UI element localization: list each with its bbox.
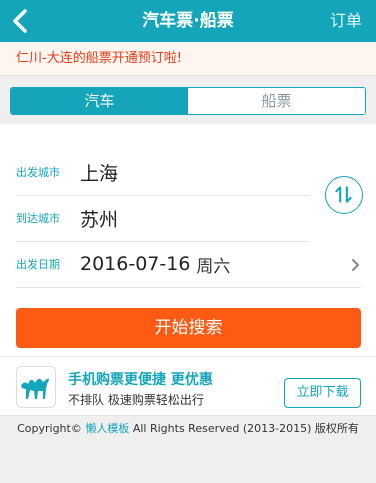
to-city-value[interactable]: 苏州 — [80, 205, 118, 232]
search-button[interactable]: 开始搜索 — [16, 308, 361, 348]
date-label: 出发日期 — [16, 258, 60, 271]
page-title: 汽车票·船票 — [142, 11, 234, 31]
chevron-right-icon[interactable] — [350, 257, 362, 273]
date-value[interactable]: 2016-07-16 — [80, 253, 190, 275]
promo-subtitle: 不排队 极速购票轻松出行 — [68, 393, 204, 407]
app-download-banner: 手机购票更便捷 更优惠 不排队 极速购票轻松出行 立即下载 — [0, 356, 376, 416]
notice-banner[interactable]: 仁川-大连的船票开通预订啦! — [0, 42, 376, 76]
tab-ship[interactable]: 船票 — [188, 88, 365, 114]
weekday-value: 周六 — [196, 256, 231, 277]
to-city-label: 到达城市 — [16, 212, 60, 225]
from-city-label: 出发城市 — [16, 166, 60, 179]
from-city-value[interactable]: 上海 — [80, 159, 118, 186]
tab-bar: 汽车 船票 — [10, 87, 366, 115]
copyright-prefix: Copyright© — [17, 422, 82, 435]
download-button[interactable]: 立即下载 — [284, 378, 361, 408]
copyright-suffix: All Rights Reserved (2013-2015) 版权所有 — [132, 422, 359, 435]
to-city-field[interactable]: 到达城市 苏州 — [16, 196, 118, 240]
promo-title: 手机购票更便捷 更优惠 — [68, 372, 213, 388]
search-form: 出发城市 上海 到达城市 苏州 出发日期 2016-07-16 周六 开始搜索 — [0, 124, 376, 356]
brand-link[interactable]: 懒人模板 — [85, 422, 129, 435]
copyright-footer: Copyright© 懒人模板 All Rights Reserved (201… — [0, 420, 376, 436]
camel-logo-icon — [16, 366, 56, 408]
swap-icon[interactable] — [325, 176, 363, 214]
date-field[interactable]: 出发日期 2016-07-16 周六 — [16, 242, 230, 286]
tab-bar-container: 汽车 船票 — [0, 77, 376, 124]
tab-bus[interactable]: 汽车 — [11, 88, 188, 114]
top-nav-bar: 汽车票·船票 订单 — [0, 0, 376, 42]
from-city-field[interactable]: 出发城市 上海 — [16, 150, 118, 194]
divider — [16, 287, 361, 288]
orders-link[interactable]: 订单 — [330, 0, 362, 42]
